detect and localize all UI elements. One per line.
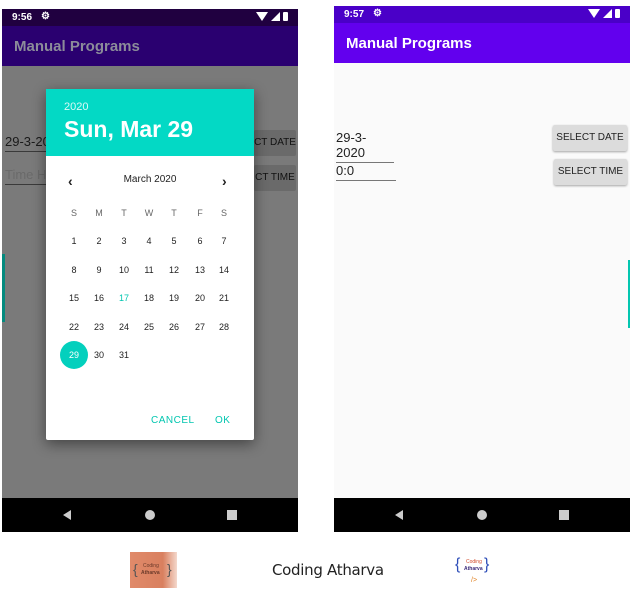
edge-indicator [2, 254, 5, 322]
weekday-label: M [95, 208, 103, 218]
time-field[interactable]: Time H [5, 167, 51, 185]
dialog-header: 2020 Sun, Mar 29 [46, 89, 254, 156]
weekday-label: S [220, 208, 227, 218]
dialog-year[interactable]: 2020 [64, 101, 88, 113]
cancel-button[interactable]: CANCEL [151, 415, 195, 426]
coding-atharva-logo-right: { Coding Atharva } /> [455, 552, 491, 590]
right-phone-screen: 9:57 ⚙ Manual Programs 29-3-2020 0:0 SEL… [334, 6, 630, 532]
calendar-day[interactable]: 5 [160, 236, 188, 246]
calendar-day-selected[interactable]: 29 [60, 350, 88, 360]
calendar-day[interactable]: 28 [210, 322, 238, 332]
calendar-day[interactable]: 31 [110, 350, 138, 360]
navigation-bar [334, 498, 630, 532]
settings-gear-icon: ⚙ [373, 8, 382, 19]
back-icon[interactable] [395, 510, 403, 520]
battery-icon [283, 12, 288, 21]
status-time: 9:57 [344, 9, 365, 20]
logo-text-line2: Atharva [464, 566, 483, 572]
calendar-day[interactable]: 21 [210, 293, 238, 303]
edge-indicator [628, 260, 630, 328]
logo-text-line1: Coding [466, 559, 482, 565]
status-bar: 9:56 ⚙ [2, 9, 298, 26]
home-icon[interactable] [477, 510, 487, 520]
weekday-label: T [121, 208, 127, 218]
select-date-button[interactable]: CT DATE [254, 130, 296, 156]
calendar-day[interactable]: 18 [135, 293, 163, 303]
calendar-day[interactable]: 12 [160, 265, 188, 275]
calendar-day[interactable]: 4 [135, 236, 163, 246]
select-time-button[interactable]: SELECT TIME [554, 159, 627, 185]
right-brace-icon: } [484, 556, 490, 573]
signal-icon [271, 12, 280, 21]
app-title: Manual Programs [334, 23, 630, 63]
status-bar: 9:57 ⚙ [334, 6, 630, 23]
date-field[interactable]: 29-3-20 [5, 134, 51, 152]
calendar-day[interactable]: 15 [60, 293, 88, 303]
calendar-day[interactable]: 2 [85, 236, 113, 246]
navigation-bar [2, 498, 298, 532]
calendar-day[interactable]: 8 [60, 265, 88, 275]
calendar-day[interactable]: 19 [160, 293, 188, 303]
recents-icon[interactable] [559, 510, 569, 520]
calendar-day[interactable]: 25 [135, 322, 163, 332]
calendar-day[interactable]: 23 [85, 322, 113, 332]
system-icons [256, 12, 288, 21]
logo-text-line3: /> [471, 577, 478, 584]
logo-text-line2: Atharva [141, 570, 160, 576]
calendar-day[interactable]: 16 [85, 293, 113, 303]
calendar-day[interactable]: 24 [110, 322, 138, 332]
weekday-label: T [171, 208, 177, 218]
calendar-day[interactable]: 11 [135, 265, 163, 275]
app-title: Manual Programs [2, 26, 298, 66]
system-icons [588, 9, 620, 18]
dialog-selected-date[interactable]: Sun, Mar 29 [64, 116, 193, 143]
settings-gear-icon: ⚙ [41, 11, 50, 22]
weekday-label: S [70, 208, 77, 218]
calendar-day[interactable]: 7 [210, 236, 238, 246]
right-brace-icon: } [167, 561, 172, 577]
select-date-button[interactable]: SELECT DATE [553, 125, 627, 151]
left-brace-icon: { [133, 561, 138, 577]
ok-button[interactable]: OK [215, 415, 230, 426]
weekday-label: W [144, 208, 154, 218]
logo-text-line1: Coding [143, 563, 159, 569]
coding-atharva-logo-left: { Coding Atharva } [130, 552, 177, 588]
time-field[interactable]: 0:0 [336, 163, 396, 181]
calendar-day[interactable]: 30 [85, 350, 113, 360]
status-time: 9:56 [12, 12, 33, 23]
recents-icon[interactable] [227, 510, 237, 520]
calendar-day[interactable]: 3 [110, 236, 138, 246]
calendar-day[interactable]: 14 [210, 265, 238, 275]
calendar-day[interactable]: 1 [60, 236, 88, 246]
left-brace-icon: { [455, 556, 461, 573]
wifi-icon [256, 12, 268, 21]
next-month-icon[interactable]: › [222, 173, 227, 189]
select-time-button[interactable]: CT TIME [254, 165, 296, 191]
date-picker-dialog: 2020 Sun, Mar 29 ‹ March 2020 › SMTWTFS1… [46, 89, 254, 440]
home-icon[interactable] [145, 510, 155, 520]
calendar-day[interactable]: 10 [110, 265, 138, 275]
signal-icon [603, 9, 612, 18]
calendar-day[interactable]: 22 [60, 322, 88, 332]
footer-title: Coding Atharva [272, 561, 384, 579]
date-field[interactable]: 29-3-2020 [336, 130, 394, 163]
calendar-day[interactable]: 26 [160, 322, 188, 332]
calendar-day[interactable]: 17 [110, 293, 138, 303]
calendar-day[interactable]: 9 [85, 265, 113, 275]
back-icon[interactable] [63, 510, 71, 520]
battery-icon [615, 9, 620, 18]
wifi-icon [588, 9, 600, 18]
